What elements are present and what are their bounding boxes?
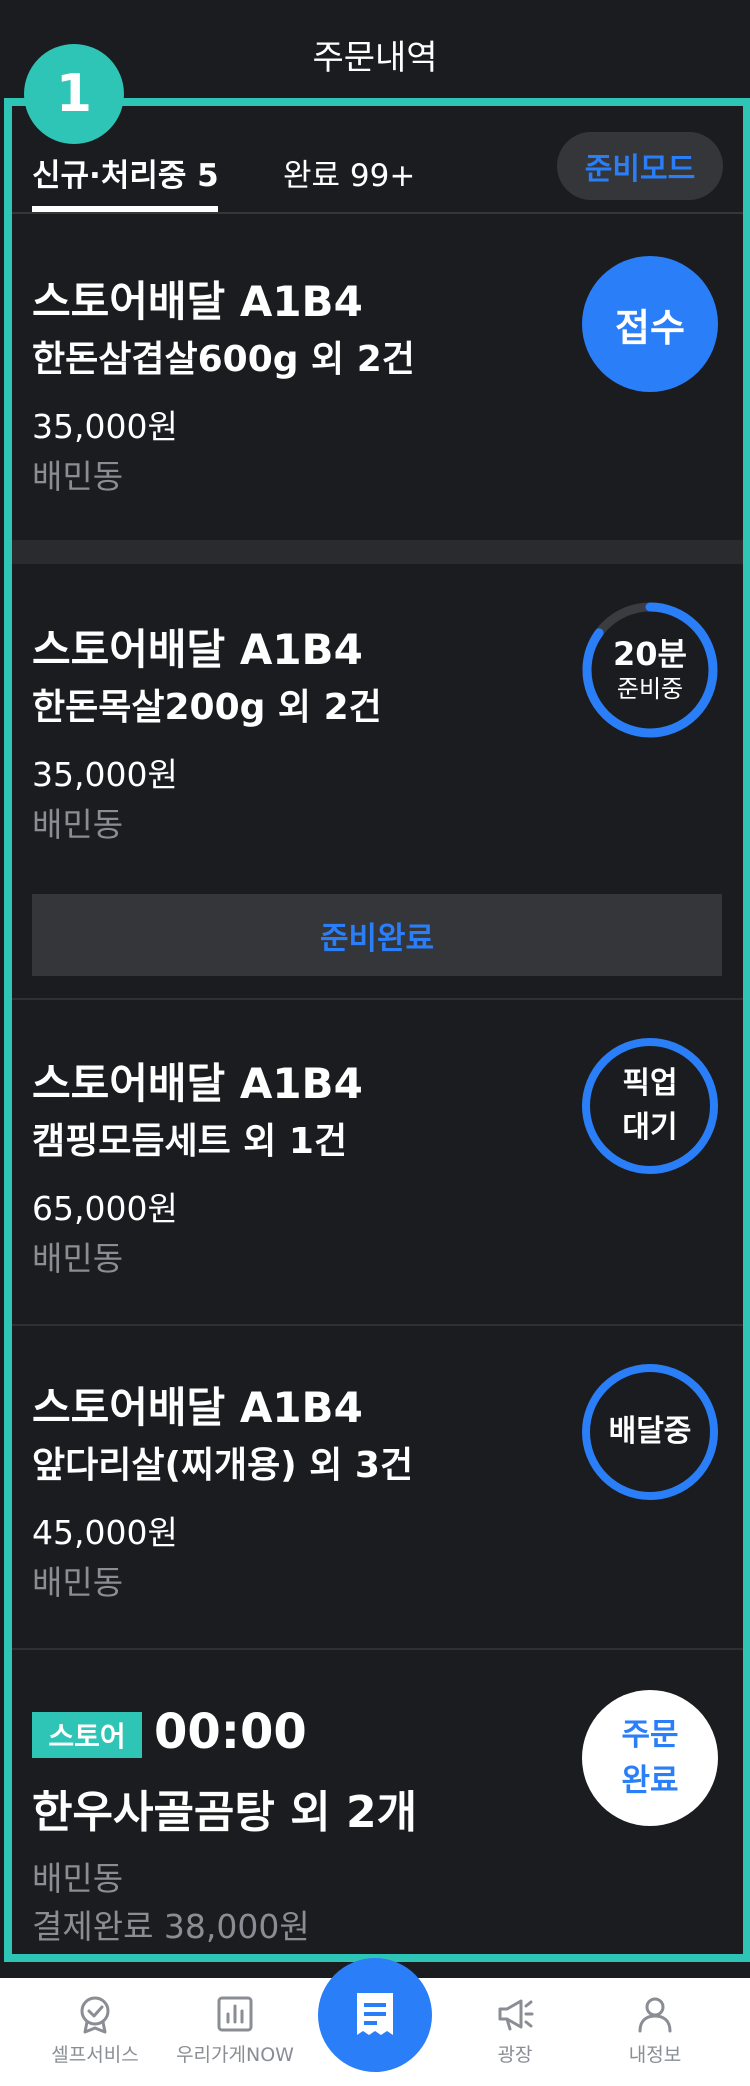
user-icon [638, 1997, 672, 2033]
step-badge: 1 [24, 44, 124, 144]
tutorial-highlight-frame [4, 98, 750, 1962]
nav-self-service[interactable]: 셀프서비스 [20, 1978, 170, 2086]
receipt-icon [357, 1993, 393, 2035]
nav-plaza[interactable]: 광장 [440, 1978, 590, 2086]
badge-check-icon [80, 1996, 110, 2034]
nav-my-info[interactable]: 내정보 [580, 1978, 730, 2086]
nav-store-now[interactable]: 우리가게NOW [160, 1978, 310, 2086]
nav-label: 내정보 [628, 2044, 682, 2066]
nav-label: 광장 [497, 2044, 533, 2066]
nav-label: 우리가게NOW [176, 2044, 294, 2066]
bar-chart-icon [217, 1996, 253, 2032]
megaphone-icon [498, 1999, 534, 2031]
nav-order-history[interactable] [318, 1958, 432, 2072]
nav-label: 셀프서비스 [51, 2044, 139, 2066]
